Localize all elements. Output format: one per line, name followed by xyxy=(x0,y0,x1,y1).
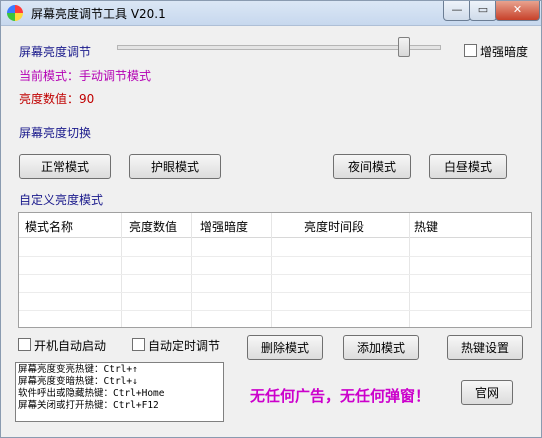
current-mode-text: 当前模式：手动调节模式 xyxy=(19,69,152,83)
custom-mode-table[interactable]: 模式名称 亮度数值 增强暗度 亮度时间段 热键 xyxy=(18,212,532,328)
auto-schedule-label: 自动定时调节 xyxy=(148,339,221,353)
brightness-slider-thumb[interactable] xyxy=(398,37,410,57)
column-mode-name[interactable]: 模式名称 xyxy=(25,218,73,235)
row-divider xyxy=(19,310,531,311)
hotkey-darken-text: 屏幕亮度变暗热键：Ctrl+↓ xyxy=(18,376,138,387)
eye-care-mode-button[interactable]: 护眼模式 xyxy=(129,154,221,179)
night-mode-button[interactable]: 夜间模式 xyxy=(333,154,411,179)
brightness-slider-track[interactable] xyxy=(117,45,441,50)
row-divider xyxy=(19,256,531,257)
close-button[interactable]: ✕ xyxy=(495,1,540,21)
hotkey-toggle-app-text: 软件呼出或隐藏热键：Ctrl+Home xyxy=(18,388,165,399)
brightness-value-text: 亮度数值：90 xyxy=(19,92,95,106)
column-hotkey[interactable]: 热键 xyxy=(414,218,438,235)
minimize-button[interactable]: — xyxy=(443,1,471,21)
brightness-label: 屏幕亮度调节 xyxy=(19,45,92,59)
enhance-dark-checkbox[interactable] xyxy=(464,44,477,57)
table-header: 模式名称 亮度数值 增强暗度 亮度时间段 热键 xyxy=(19,213,531,238)
hotkey-info-box: 屏幕亮度变亮热键：Ctrl+↑ 屏幕亮度变暗热键：Ctrl+↓ 软件呼出或隐藏热… xyxy=(15,362,224,422)
autostart-label: 开机自动启动 xyxy=(34,339,107,353)
no-ads-notice: 无任何广告，无任何弹窗！ xyxy=(250,387,431,405)
hotkey-settings-button[interactable]: 热键设置 xyxy=(447,335,523,360)
row-divider xyxy=(19,274,531,275)
switch-section-label: 屏幕亮度切换 xyxy=(19,126,92,140)
hotkey-screen-off-text: 屏幕关闭或打开热键：Ctrl+F12 xyxy=(18,400,159,411)
daylight-mode-button[interactable]: 白昼模式 xyxy=(429,154,507,179)
app-window: 屏幕亮度调节工具 V20.1 — ▭ ✕ 屏幕亮度调节 增强暗度 当前模式：手动… xyxy=(0,0,542,438)
auto-schedule-checkbox[interactable] xyxy=(132,338,145,351)
enhance-dark-label: 增强暗度 xyxy=(480,45,529,59)
add-mode-button[interactable]: 添加模式 xyxy=(343,335,419,360)
delete-mode-button[interactable]: 删除模式 xyxy=(247,335,323,360)
title-bar[interactable]: 屏幕亮度调节工具 V20.1 — ▭ ✕ xyxy=(1,1,541,26)
autostart-checkbox[interactable] xyxy=(18,338,31,351)
column-time-range[interactable]: 亮度时间段 xyxy=(304,218,364,235)
normal-mode-button[interactable]: 正常模式 xyxy=(19,154,111,179)
column-enhance-dark[interactable]: 增强暗度 xyxy=(200,218,248,235)
hotkey-brighten-text: 屏幕亮度变亮热键：Ctrl+↑ xyxy=(18,364,138,375)
column-brightness-value[interactable]: 亮度数值 xyxy=(129,218,177,235)
website-button[interactable]: 官网 xyxy=(461,380,513,405)
restore-button[interactable]: ▭ xyxy=(469,1,497,21)
row-divider xyxy=(19,292,531,293)
app-logo-icon xyxy=(7,5,23,21)
custom-section-label: 自定义亮度模式 xyxy=(19,193,104,207)
window-title: 屏幕亮度调节工具 V20.1 xyxy=(31,7,166,21)
